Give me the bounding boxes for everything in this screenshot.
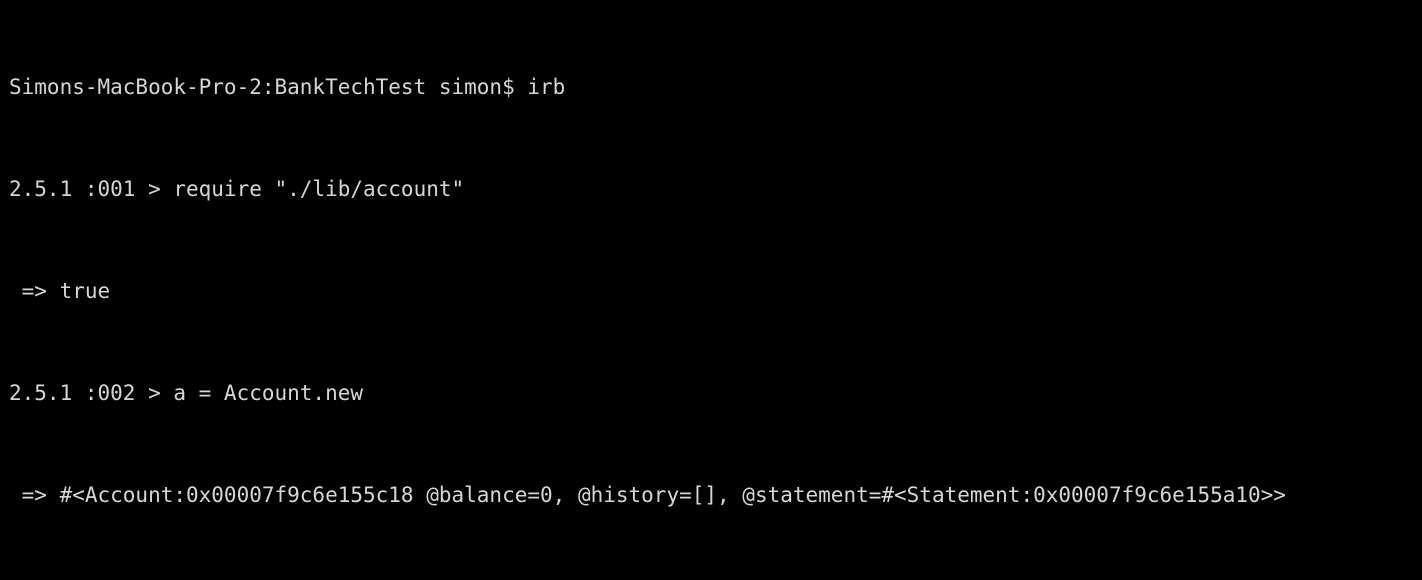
terminal-line: 2.5.1 :002 > a = Account.new <box>9 381 364 405</box>
terminal-line: => true <box>9 279 111 303</box>
terminal-window[interactable]: Simons-MacBook-Pro-2:BankTechTest simon$… <box>0 0 1422 580</box>
terminal-line: Simons-MacBook-Pro-2:BankTechTest simon$… <box>9 75 566 99</box>
terminal-screen: Simons-MacBook-Pro-2:BankTechTest simon$… <box>9 2 1422 580</box>
terminal-line: => #<Account:0x00007f9c6e155c18 @balance… <box>9 483 1286 507</box>
terminal-line: 2.5.1 :001 > require "./lib/account" <box>9 177 465 201</box>
